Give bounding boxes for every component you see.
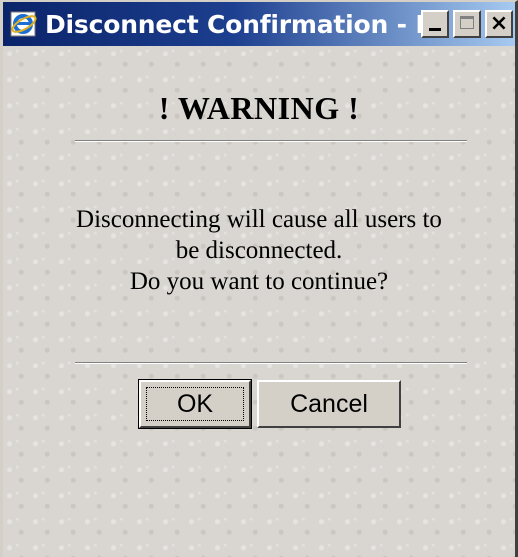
focus-rectangle [146, 387, 244, 421]
cancel-button[interactable]: Cancel [257, 380, 401, 428]
top-divider [75, 140, 467, 142]
close-button[interactable]: × [485, 10, 513, 38]
dialog-window: Disconnect Confirmation - Mic... × ! WAR… [0, 0, 518, 557]
message-line-2: be disconnected. [175, 237, 343, 264]
maximize-icon [460, 16, 474, 29]
message-line-3: Do you want to continue? [129, 268, 389, 295]
window-title: Disconnect Confirmation - Mic... [45, 9, 421, 39]
title-bar[interactable]: Disconnect Confirmation - Mic... × [3, 2, 515, 46]
maximize-button[interactable] [453, 10, 481, 38]
close-icon: × [489, 11, 509, 36]
ok-button[interactable]: OK [138, 379, 252, 429]
minimize-button[interactable] [421, 10, 449, 38]
warning-message: Disconnecting will cause all users to be… [3, 204, 515, 297]
bottom-divider [75, 362, 467, 364]
minimize-icon [429, 28, 441, 31]
internet-explorer-icon[interactable] [9, 9, 39, 39]
dialog-content: ! WARNING ! Disconnecting will cause all… [3, 46, 515, 557]
cancel-button-label: Cancel [290, 389, 368, 418]
warning-heading: ! WARNING ! [158, 90, 360, 126]
message-line-1: Disconnecting will cause all users to [76, 206, 442, 233]
